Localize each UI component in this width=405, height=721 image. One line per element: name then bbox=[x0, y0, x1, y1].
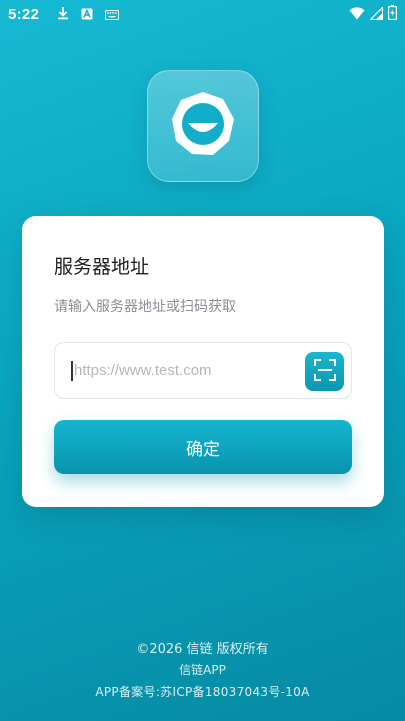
server-url-field[interactable] bbox=[54, 342, 352, 399]
status-bar: 5:22 bbox=[0, 0, 405, 28]
card-subtitle: 请输入服务器地址或扫码获取 bbox=[54, 299, 236, 315]
keyboard-icon bbox=[105, 5, 120, 24]
signal-icon bbox=[369, 5, 384, 24]
smiley-logo-icon bbox=[168, 89, 238, 163]
footer-app-name: 信链APP bbox=[179, 663, 226, 677]
server-url-input[interactable] bbox=[74, 362, 294, 379]
battery-icon bbox=[388, 4, 398, 24]
scan-icon bbox=[313, 358, 336, 385]
app-logo bbox=[147, 70, 259, 182]
confirm-button[interactable]: 确定 bbox=[54, 420, 352, 474]
status-time: 5:22 bbox=[8, 5, 40, 23]
text-caret bbox=[71, 360, 73, 381]
status-system-icons bbox=[349, 4, 398, 24]
scan-button[interactable] bbox=[305, 352, 344, 391]
server-address-card: 服务器地址 请输入服务器地址或扫码获取 确定 bbox=[22, 216, 384, 507]
wifi-icon bbox=[349, 5, 365, 24]
download-icon bbox=[57, 5, 69, 24]
card-title: 服务器地址 bbox=[54, 256, 150, 278]
footer-icp-number: APP备案号:苏ICP备18037043号-10A bbox=[95, 685, 310, 699]
footer-copyright: ©2026 信链 版权所有 bbox=[136, 642, 269, 657]
server-address-screen: 5:22 服务器地址 请输入服务器地址或扫码获取 https://www.tes… bbox=[0, 0, 405, 721]
keyboard-a-icon bbox=[81, 5, 93, 24]
status-notification-icons bbox=[57, 5, 120, 24]
